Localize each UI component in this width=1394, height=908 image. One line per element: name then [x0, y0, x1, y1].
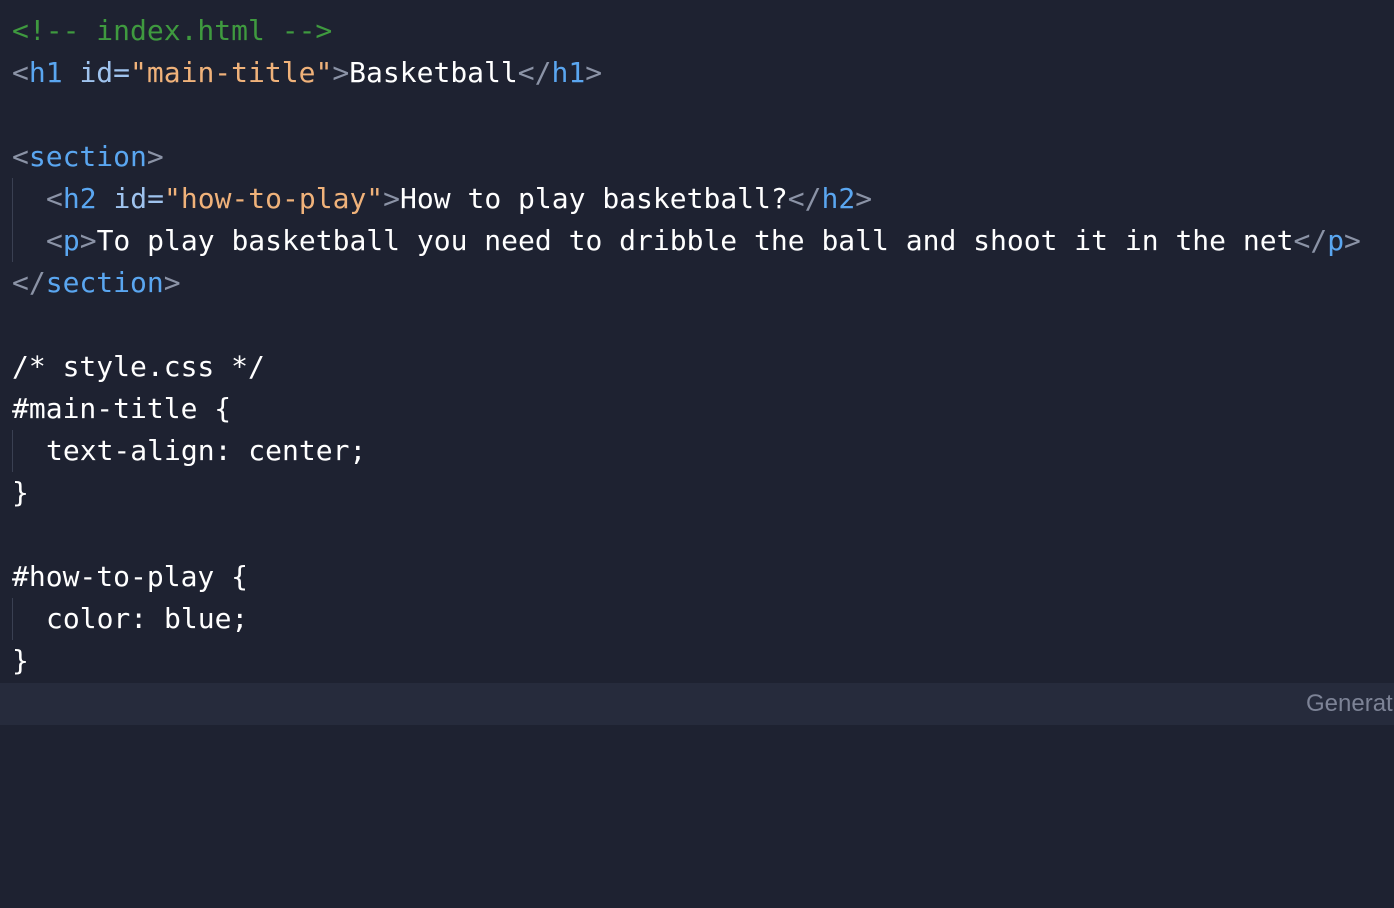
code-line-3-blank: [12, 94, 1361, 136]
section-close-gt: >: [163, 266, 181, 299]
code-line-9: /* style.css */: [12, 346, 1361, 388]
code-editor[interactable]: <!-- index.html --> <h1 id="main-title">…: [0, 0, 1394, 908]
p-tag-name: p: [62, 224, 80, 257]
p-text: To play basketball you need to dribble t…: [96, 224, 1294, 257]
code-line-14: #how-to-play {: [12, 556, 1361, 598]
css-declaration-text-align: text-align: center;: [46, 434, 367, 467]
code-line-7: </section>: [12, 262, 1361, 304]
h2-close-tag-name: h2: [821, 182, 856, 215]
code-line-1: <!-- index.html -->: [12, 10, 1361, 52]
html-comment: <!-- index.html -->: [12, 14, 333, 47]
section-open-tag-name: section: [28, 140, 147, 173]
h1-close-gt: >: [585, 56, 603, 89]
code-line-10: #main-title {: [12, 388, 1361, 430]
h2-attr-eq: =: [147, 182, 165, 215]
code-line-12: }: [12, 472, 1361, 514]
css-declaration-color: color: blue;: [46, 602, 249, 635]
css-rule-close-brace: }: [12, 644, 29, 677]
indent-guide: [12, 598, 13, 640]
h2-close-gt: >: [855, 182, 873, 215]
code-line-11: text-align: center;: [12, 430, 1361, 472]
code-line-16: }: [12, 640, 1361, 682]
code-line-5: <h2 id="how-to-play">How to play basketb…: [12, 178, 1361, 220]
css-selector-main-title: #main-title {: [12, 392, 232, 425]
code-block: <!-- index.html --> <h1 id="main-title">…: [12, 10, 1361, 682]
p-close-tag-name: p: [1327, 224, 1345, 257]
h2-open-gt: >: [383, 182, 401, 215]
h2-open-lt: <: [46, 182, 63, 215]
h1-attr-eq: =: [113, 56, 131, 89]
code-line-8-blank: [12, 304, 1361, 346]
h2-close-lt: </: [787, 182, 822, 215]
h1-attr-name: id: [79, 56, 114, 89]
code-line-2: <h1 id="main-title">Basketball</h1>: [12, 52, 1361, 94]
h1-attr-value: "main-title": [130, 56, 333, 89]
p-close-lt: </: [1293, 224, 1328, 257]
code-line-6: <p>To play basketball you need to dribbl…: [12, 220, 1361, 262]
generate-button[interactable]: Generat: [1306, 683, 1393, 725]
indent-guide: [12, 220, 13, 262]
code-line-13-blank: [12, 514, 1361, 556]
h1-open-lt: <: [12, 56, 29, 89]
h2-attr-value: "how-to-play": [164, 182, 384, 215]
h2-tag-name: h2: [62, 182, 97, 215]
p-open-lt: <: [46, 224, 63, 257]
section-close-lt: </: [12, 266, 46, 299]
section-open-gt: >: [146, 140, 164, 173]
h2-text: How to play basketball?: [400, 182, 788, 215]
section-close-tag-name: section: [45, 266, 164, 299]
bottom-toolbar: Generat: [0, 683, 1394, 725]
h1-open-gt: >: [332, 56, 350, 89]
p-close-gt: >: [1344, 224, 1361, 257]
h1-close-tag-name: h1: [551, 56, 586, 89]
indent-guide: [12, 430, 13, 472]
code-line-15: color: blue;: [12, 598, 1361, 640]
indent-guide: [12, 178, 13, 220]
h2-attr-name: id: [113, 182, 148, 215]
h1-text: Basketball: [349, 56, 518, 89]
css-selector-how-to-play: #how-to-play {: [12, 560, 249, 593]
section-open-lt: <: [12, 140, 29, 173]
h1-tag-name: h1: [28, 56, 63, 89]
css-rule-close-brace: }: [12, 476, 29, 509]
h1-close-lt: </: [517, 56, 552, 89]
css-comment: /* style.css */: [12, 350, 265, 383]
code-line-4: <section>: [12, 136, 1361, 178]
p-open-gt: >: [79, 224, 97, 257]
